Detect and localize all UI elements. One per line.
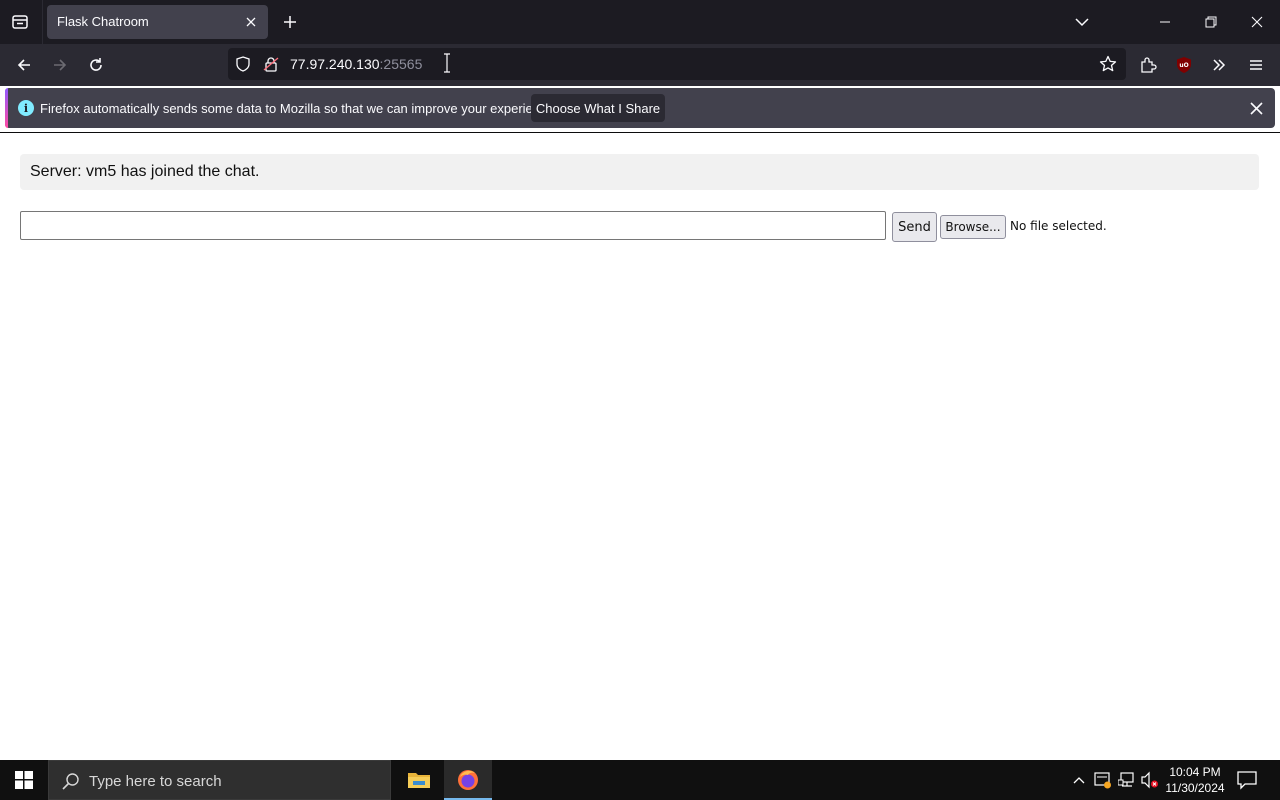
close-icon <box>1249 101 1263 115</box>
plus-icon <box>284 16 296 28</box>
windows-logo-icon <box>15 771 33 789</box>
navigation-toolbar: 77.97.240.130:25565 uO <box>0 44 1280 86</box>
url-port: :25565 <box>379 56 423 72</box>
file-status-text: No file selected. <box>1010 219 1107 233</box>
minimize-button[interactable] <box>1151 8 1179 36</box>
choose-what-i-share-button[interactable]: Choose What I Share <box>531 94 665 122</box>
search-placeholder: Type here to search <box>89 773 222 790</box>
windows-taskbar: Type here to search 10:04 PM 11/30/2024 <box>0 760 1280 800</box>
svg-text:uO: uO <box>1179 62 1188 69</box>
content-divider <box>0 132 1280 133</box>
chat-message-text: Server: vm5 has joined the chat. <box>30 163 260 180</box>
back-button[interactable] <box>11 52 37 78</box>
restore-button[interactable] <box>1197 8 1225 36</box>
hamburger-menu-icon <box>1250 60 1262 70</box>
tray-volume-icon[interactable] <box>1141 771 1159 789</box>
folder-icon <box>408 773 430 788</box>
extensions-button[interactable] <box>1135 52 1161 78</box>
info-icon: i <box>18 100 34 116</box>
restore-icon <box>1205 16 1217 28</box>
taskbar-clock[interactable]: 10:04 PM 11/30/2024 <box>1160 764 1230 796</box>
double-chevron-right-icon <box>1213 59 1226 71</box>
url-host: 77.97.240.130 <box>290 56 380 72</box>
browser-tab-bar: Flask Chatroom <box>0 0 1280 44</box>
firefox-icon <box>458 770 478 790</box>
close-window-button[interactable] <box>1243 8 1271 36</box>
puzzle-icon <box>1141 57 1157 73</box>
security-center-icon <box>1094 772 1111 789</box>
reload-button[interactable] <box>83 52 109 78</box>
firefox-view-icon <box>12 15 28 29</box>
arrow-right-icon <box>54 59 67 71</box>
taskbar-file-explorer[interactable] <box>395 760 443 800</box>
arrow-left-icon <box>17 59 30 71</box>
chevron-down-icon <box>1075 18 1089 27</box>
chat-message: Server: vm5 has joined the chat. <box>20 154 1259 190</box>
minimize-icon <box>1160 21 1170 23</box>
action-center-icon[interactable] <box>1236 770 1258 790</box>
start-button[interactable] <box>0 760 48 800</box>
clock-date: 11/30/2024 <box>1165 781 1225 795</box>
clock-time: 10:04 PM <box>1169 765 1221 779</box>
new-tab-button[interactable] <box>278 10 302 34</box>
taskbar-firefox[interactable] <box>444 760 492 800</box>
data-collection-notification: i Firefox automatically sends some data … <box>5 88 1275 128</box>
close-icon <box>1251 16 1263 28</box>
speaker-muted-icon <box>1141 771 1158 789</box>
browse-file-button[interactable]: Browse... <box>940 215 1006 239</box>
show-hidden-icons-button[interactable] <box>1070 771 1088 789</box>
insecure-lock-icon <box>263 57 279 72</box>
address-bar[interactable]: 77.97.240.130:25565 <box>228 48 1126 80</box>
star-icon <box>1099 55 1117 72</box>
reload-icon <box>90 58 102 71</box>
close-icon <box>246 17 256 27</box>
search-icon <box>62 773 79 790</box>
tracking-protection-icon[interactable] <box>234 55 252 73</box>
taskbar-search-box[interactable]: Type here to search <box>48 760 391 800</box>
tab-flask-chatroom[interactable]: Flask Chatroom <box>47 5 268 39</box>
tray-security-icon[interactable] <box>1094 771 1112 789</box>
list-all-tabs-button[interactable] <box>1068 8 1096 36</box>
network-icon <box>1118 772 1134 787</box>
message-input[interactable] <box>20 211 886 240</box>
forward-button[interactable] <box>47 52 73 78</box>
connection-security-icon[interactable] <box>262 55 280 73</box>
text-cursor-icon <box>444 53 450 73</box>
ublock-origin-button[interactable]: uO <box>1171 52 1197 78</box>
notification-close-button[interactable] <box>1247 99 1265 117</box>
bookmark-star-button[interactable] <box>1099 55 1117 73</box>
shield-icon <box>236 56 250 72</box>
ublock-shield-icon: uO <box>1177 57 1191 73</box>
firefox-view-button[interactable] <box>8 10 32 34</box>
notification-accent <box>5 88 8 128</box>
chevron-up-icon <box>1073 777 1085 784</box>
tab-close-button[interactable] <box>242 13 260 31</box>
app-menu-button[interactable] <box>1243 52 1269 78</box>
url-text[interactable]: 77.97.240.130:25565 <box>290 56 422 72</box>
tab-separator <box>42 0 43 44</box>
more-tools-button[interactable] <box>1206 52 1232 78</box>
notification-text: Firefox automatically sends some data to… <box>40 101 558 116</box>
send-button[interactable]: Send <box>892 212 937 242</box>
tray-network-icon[interactable] <box>1118 771 1136 789</box>
tab-title: Flask Chatroom <box>57 14 149 29</box>
